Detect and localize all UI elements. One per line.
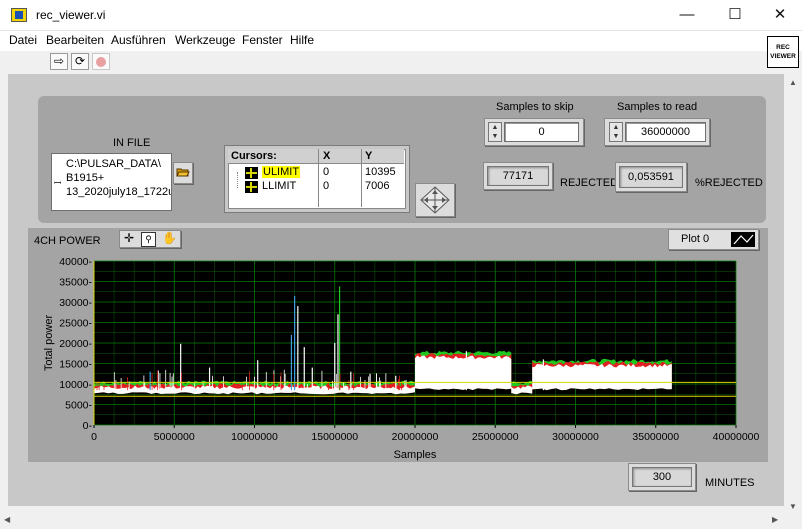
vertical-scrollbar[interactable]: ▲ ▼ <box>785 74 802 514</box>
samples-to-read-label: Samples to read <box>617 101 698 113</box>
run-continuously-icon[interactable]: ⟳ <box>71 53 89 70</box>
y-tick-label: 35000- <box>59 277 92 289</box>
abort-icon[interactable] <box>92 53 110 70</box>
chart-title: 4CH POWER <box>34 235 101 247</box>
menu-datei[interactable]: Datei <box>9 33 37 47</box>
crosshair-icon[interactable]: ✛ <box>124 231 134 245</box>
pct-rejected-label: %REJECTED <box>695 177 763 189</box>
rejected-label: REJECTED <box>560 177 619 189</box>
minimize-button[interactable]: — <box>664 0 710 30</box>
rejected-indicator: 77171 <box>487 166 549 186</box>
y-tick-label: 40000- <box>59 256 92 268</box>
x-tick-label: 15000000 <box>311 431 358 443</box>
x-tick-label: 35000000 <box>632 431 679 443</box>
pan-hand-icon[interactable]: ✋ <box>162 231 177 245</box>
graph-palette: ✛ ⚲ ✋ <box>119 230 181 248</box>
cursor-header-x: X <box>323 150 331 162</box>
vi-icon: REC VIEWER <box>767 36 799 68</box>
y-tick-label: 10000- <box>59 379 92 391</box>
cursor-legend: Cursors: X Y ULIMIT 0 10395 LLIMIT 0 700… <box>224 145 410 213</box>
maximize-button[interactable]: ☐ <box>712 0 758 30</box>
samples-to-skip-input[interactable]: 0 <box>504 122 579 142</box>
labview-app-icon <box>11 8 27 22</box>
y-axis-label: Total power <box>43 315 55 372</box>
cursor-header-y: Y <box>365 150 373 162</box>
samples-to-read-spinner[interactable]: ▲ ▼ <box>609 122 623 142</box>
x-tick-label: 20000000 <box>392 431 439 443</box>
in-file-path[interactable]: ꟷ C:\PULSAR_DATA\ B1915+ 13_2020july18_1… <box>51 153 172 211</box>
vi-icon-line2: VIEWER <box>770 53 796 60</box>
menu-hilfe[interactable]: Hilfe <box>290 33 314 47</box>
cursor-llimit-x: 0 <box>323 180 330 192</box>
y-tick-label: 25000- <box>59 318 92 330</box>
samples-to-read-input[interactable]: 36000000 <box>625 122 706 142</box>
llimit-cursor-icon[interactable] <box>245 181 258 193</box>
horizontal-scrollbar[interactable]: ◀ ▶ <box>0 513 785 529</box>
minutes-indicator: 300 <box>632 467 692 487</box>
run-arrow-icon[interactable]: ⇨ <box>50 53 68 70</box>
x-tick-label: 10000000 <box>231 431 278 443</box>
cursor-ulimit-x: 0 <box>323 166 330 178</box>
cursor-llimit-name[interactable]: LLIMIT <box>262 180 296 192</box>
y-tick-label: 15000- <box>59 359 92 371</box>
path-type-icon: ꟷ <box>54 178 62 188</box>
minutes-label: MINUTES <box>705 477 755 489</box>
cursor-ulimit-y: 10395 <box>365 166 396 178</box>
power-chart[interactable]: 0-5000-10000-15000-20000-25000-30000-350… <box>28 250 768 462</box>
folder-icon <box>176 168 190 177</box>
samples-to-skip-label: Samples to skip <box>496 101 574 113</box>
menu-ausfuehren[interactable]: Ausführen <box>111 33 166 47</box>
vi-icon-line1: REC <box>776 44 790 51</box>
zoom-icon[interactable]: ⚲ <box>141 232 156 247</box>
cursor-move-control[interactable] <box>415 183 455 217</box>
samples-to-skip-spinner[interactable]: ▲ ▼ <box>488 122 502 142</box>
x-tick-label: 0 <box>91 431 97 443</box>
x-tick-label: 25000000 <box>472 431 519 443</box>
cursor-llimit-y: 7006 <box>365 180 390 192</box>
cursor-move-diamond-icon <box>420 186 450 214</box>
menu-werkzeuge[interactable]: Werkzeuge <box>175 33 235 47</box>
path-line-3: 13_2020july18_1722u <box>66 186 172 198</box>
y-tick-label: 20000- <box>59 338 92 350</box>
window-title: rec_viewer.vi <box>36 8 106 22</box>
close-button[interactable]: ✕ <box>757 0 802 30</box>
x-axis-label: Samples <box>394 449 437 461</box>
path-line-2: B1915+ <box>66 172 105 184</box>
toolbar <box>0 51 802 73</box>
in-file-label: IN FILE <box>113 137 151 149</box>
menu-bearbeiten[interactable]: Bearbeiten <box>46 33 104 47</box>
path-line-1: C:\PULSAR_DATA\ <box>66 158 161 170</box>
plot-legend-label: Plot 0 <box>681 233 710 245</box>
pct-rejected-indicator: 0,053591 <box>619 166 683 188</box>
cursor-ulimit-name[interactable]: ULIMIT <box>262 166 301 178</box>
y-tick-label: 5000- <box>65 400 92 412</box>
y-tick-label: 30000- <box>59 297 92 309</box>
x-tick-label: 40000000 <box>713 431 760 443</box>
browse-button[interactable] <box>173 162 193 184</box>
x-tick-label: 5000000 <box>154 431 195 443</box>
x-tick-label: 30000000 <box>552 431 599 443</box>
menu-fenster[interactable]: Fenster <box>242 33 283 47</box>
plot-legend[interactable]: Plot 0 <box>668 229 759 250</box>
ulimit-cursor-icon[interactable] <box>245 167 258 179</box>
cursor-header-name: Cursors: <box>231 150 277 162</box>
plot-line-style-icon <box>731 232 755 247</box>
